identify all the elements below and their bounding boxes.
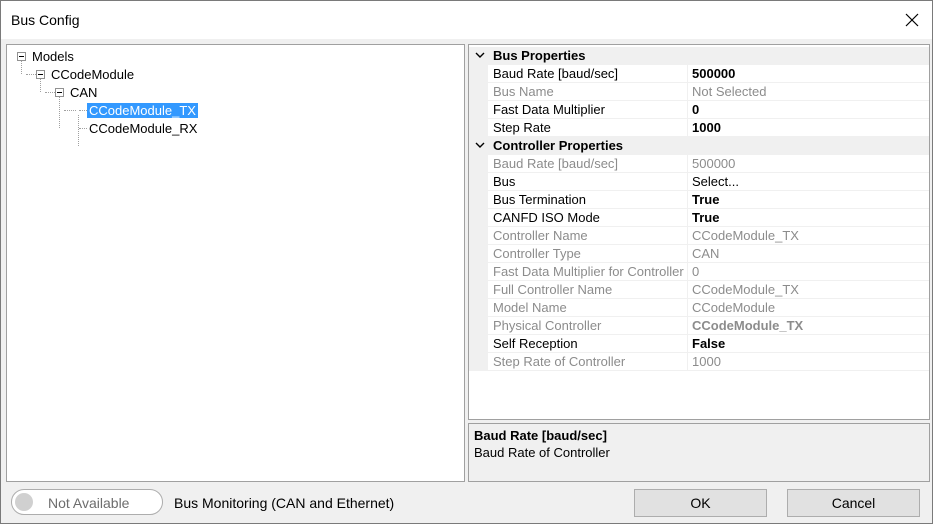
chevron-down-icon (475, 142, 485, 148)
prop-value[interactable]: True (692, 191, 929, 208)
prop-row[interactable]: Step Rate 1000 (469, 119, 929, 137)
tree-node-models[interactable]: Models (30, 48, 76, 65)
prop-name: Fast Data Multiplier (493, 102, 605, 117)
prop-value: 1000 (692, 354, 721, 369)
tree-node-rx[interactable]: CCodeModule_RX (87, 120, 199, 137)
prop-value[interactable]: True (692, 209, 929, 226)
cancel-button[interactable]: Cancel (787, 489, 920, 517)
prop-value[interactable]: 1000 (692, 119, 929, 136)
prop-value: Not Selected (692, 84, 767, 99)
window-title: Bus Config (11, 12, 80, 28)
prop-value: CCodeModule_TX (692, 228, 799, 243)
bus-config-dialog: Bus Config Models CCodeModule CAN CCodeM… (0, 0, 933, 524)
property-description: Baud Rate [baud/sec] Baud Rate of Contro… (468, 423, 930, 482)
close-icon (905, 13, 919, 27)
prop-row[interactable]: Fast Data Multiplier for Controller 0 (469, 263, 929, 281)
prop-row[interactable]: Self Reception False (469, 335, 929, 353)
category-bus-properties[interactable]: Bus Properties (469, 47, 929, 65)
toggle-label: Not Available (48, 495, 130, 511)
tree-node-tx[interactable]: CCodeModule_TX (87, 102, 198, 119)
prop-name: Fast Data Multiplier for Controller (493, 264, 684, 279)
collapse-icon[interactable] (36, 70, 45, 79)
chevron-down-icon (475, 52, 485, 58)
prop-row[interactable]: Baud Rate [baud/sec] 500000 (469, 65, 929, 83)
prop-name: Bus Termination (493, 192, 586, 207)
prop-name: CANFD ISO Mode (493, 210, 600, 225)
prop-value[interactable]: False (692, 335, 929, 352)
prop-row[interactable]: Bus Name Not Selected (469, 83, 929, 101)
bus-monitoring-toggle[interactable]: Not Available (11, 489, 163, 515)
prop-row[interactable]: Physical Controller CCodeModule_TX (469, 317, 929, 335)
prop-name: Bus (493, 174, 516, 189)
prop-value: 0 (692, 264, 700, 279)
title-bar: Bus Config (1, 1, 932, 39)
prop-row[interactable]: Controller Name CCodeModule_TX (469, 227, 929, 245)
prop-row[interactable]: Model Name CCodeModule (469, 299, 929, 317)
prop-name: Self Reception (493, 336, 578, 351)
prop-row[interactable]: Full Controller Name CCodeModule_TX (469, 281, 929, 299)
prop-name: Model Name (493, 300, 567, 315)
description-title: Baud Rate [baud/sec] (474, 428, 607, 443)
prop-value: CAN (692, 246, 720, 261)
property-grid[interactable]: Bus Properties Baud Rate [baud/sec] 5000… (468, 44, 930, 420)
prop-row[interactable]: Bus Select... (469, 173, 929, 191)
prop-row[interactable]: Step Rate of Controller 1000 (469, 353, 929, 371)
collapse-icon[interactable] (17, 52, 26, 61)
prop-value: 500000 (692, 156, 736, 171)
model-tree[interactable]: Models CCodeModule CAN CCodeModule_TX CC… (6, 44, 465, 482)
category-controller-properties[interactable]: Controller Properties (469, 137, 929, 155)
prop-row[interactable]: Baud Rate [baud/sec] 500000 (469, 155, 929, 173)
prop-name: Baud Rate [baud/sec] (493, 66, 619, 81)
prop-name: Physical Controller (493, 318, 602, 333)
bus-select-value[interactable]: Select... (692, 173, 929, 190)
tree-node-can[interactable]: CAN (68, 84, 99, 101)
prop-value: CCodeModule_TX (692, 318, 804, 333)
close-button[interactable] (898, 6, 926, 34)
prop-value: CCodeModule (692, 300, 776, 315)
prop-row[interactable]: Bus Termination True (469, 191, 929, 209)
prop-name: Full Controller Name (493, 282, 613, 297)
description-text: Baud Rate of Controller (474, 445, 610, 460)
prop-row[interactable]: Fast Data Multiplier 0 (469, 101, 929, 119)
ok-button[interactable]: OK (634, 489, 767, 517)
prop-name: Step Rate (493, 120, 551, 135)
bus-monitoring-label: Bus Monitoring (CAN and Ethernet) (174, 495, 395, 511)
prop-name: Baud Rate [baud/sec] (493, 156, 619, 171)
prop-row[interactable]: Controller Type CAN (469, 245, 929, 263)
prop-name: Step Rate of Controller (493, 354, 626, 369)
tree-node-module[interactable]: CCodeModule (49, 66, 136, 83)
prop-row[interactable]: CANFD ISO Mode True (469, 209, 929, 227)
prop-value: CCodeModule_TX (692, 282, 799, 297)
prop-value[interactable]: 500000 (692, 65, 929, 82)
toggle-knob (15, 493, 33, 511)
collapse-icon[interactable] (55, 88, 64, 97)
prop-name: Bus Name (493, 84, 554, 99)
prop-name: Controller Type (493, 246, 581, 261)
prop-name: Controller Name (493, 228, 588, 243)
prop-value[interactable]: 0 (692, 101, 929, 118)
